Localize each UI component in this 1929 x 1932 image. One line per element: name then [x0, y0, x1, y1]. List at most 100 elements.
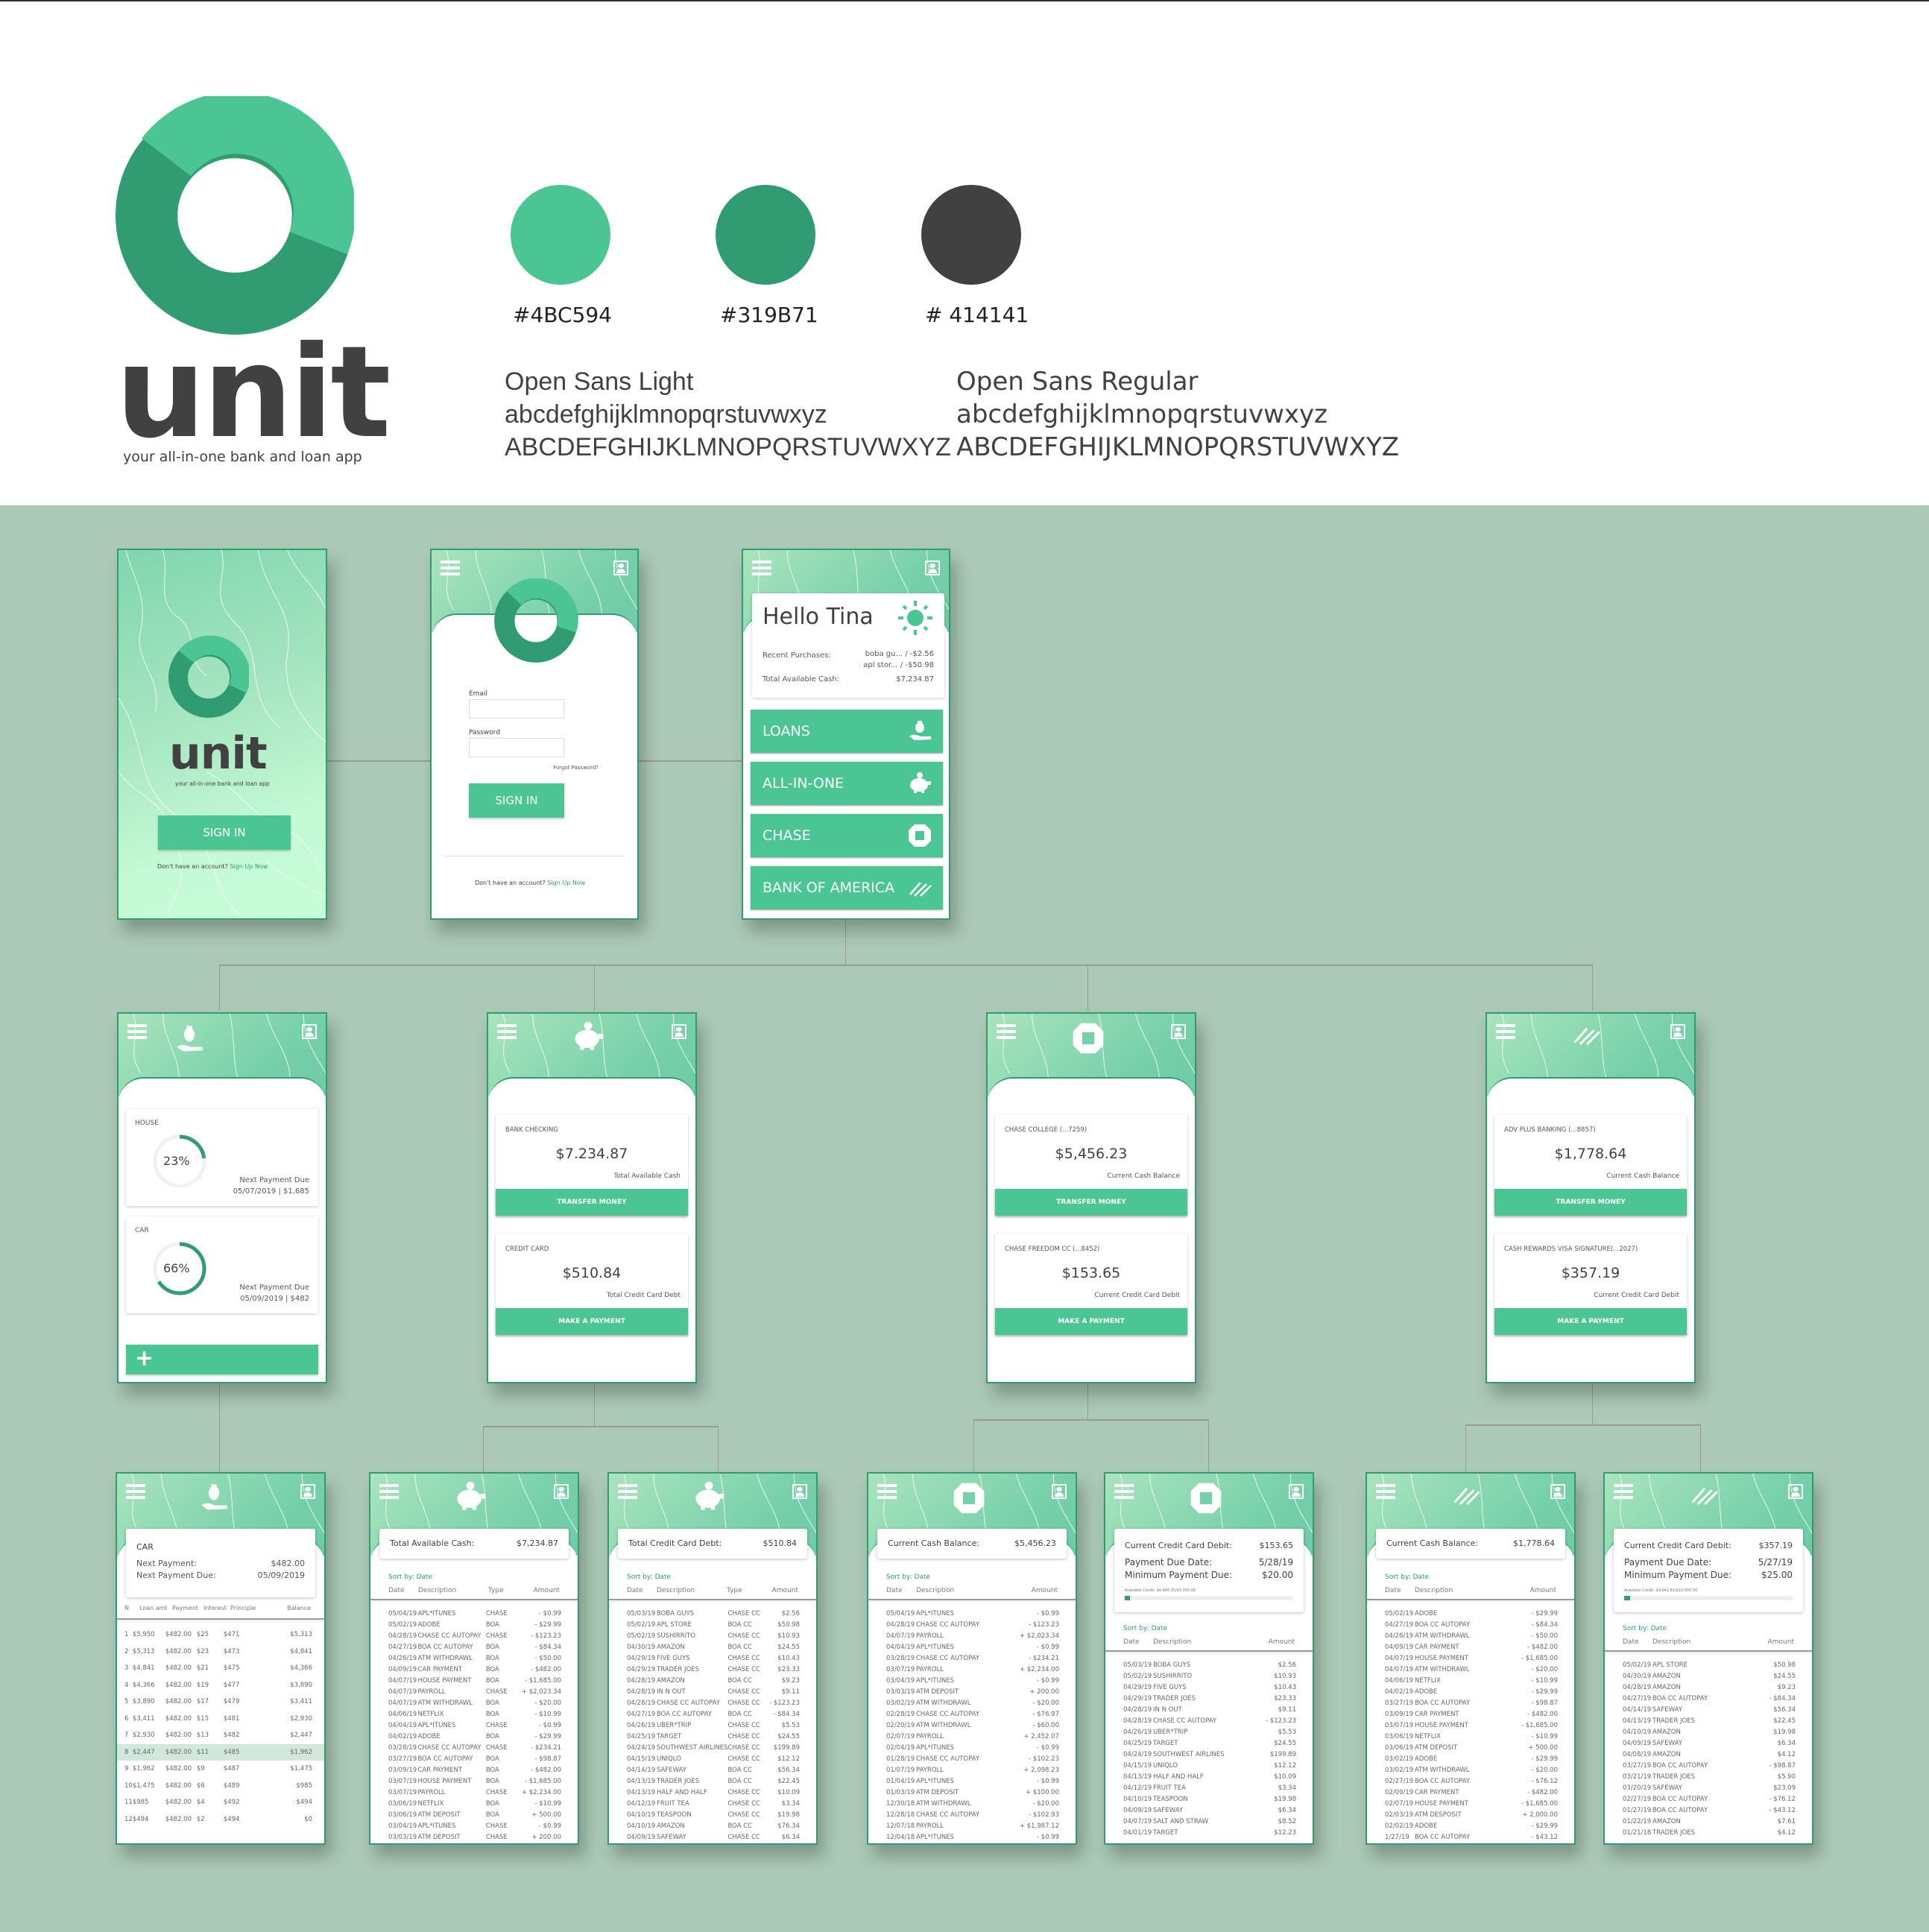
menu-icon[interactable]: [127, 1024, 147, 1039]
transaction-row[interactable]: 03/09/19 CAR PAYMENT BOA - $482.00: [388, 1764, 561, 1775]
column-header[interactable]: Date: [1623, 1638, 1639, 1646]
column-header[interactable]: Date: [886, 1587, 903, 1594]
transaction-row[interactable]: 04/29/19 FIVE GUYS CHASE CC $10.43: [627, 1652, 800, 1664]
menu-icon[interactable]: [1496, 1024, 1515, 1039]
profile-icon[interactable]: [613, 561, 628, 575]
transaction-row[interactable]: 04/24/19 SOUTHWEST AIRLINES $199.89: [1123, 1749, 1296, 1760]
table-row-current[interactable]: 8 $2,447 $482.00 $11 $485 $1,962: [117, 1743, 324, 1761]
transaction-row[interactable]: 04/13/19 TRADER JOES $22.45: [1623, 1715, 1796, 1726]
transaction-row[interactable]: 03/02/19 ADOBE - $29.99: [1385, 1753, 1558, 1764]
transaction-row[interactable]: 01/27/19 BOA CC AUTOPAY - $43.12: [1623, 1805, 1796, 1816]
column-header[interactable]: Date: [1385, 1587, 1401, 1594]
transaction-row[interactable]: 02/09/19 CAR PAYMENT - $482.00: [1385, 1787, 1558, 1798]
table-row[interactable]: 2 $5,313 $482.00 $23 $473 $4,841: [117, 1644, 324, 1661]
column-header[interactable]: Description: [657, 1587, 695, 1594]
transaction-row[interactable]: 04/14/19 SAFEWAY $56.34: [1623, 1704, 1796, 1715]
menu-icon[interactable]: [1376, 1484, 1395, 1499]
transaction-row[interactable]: 04/26/19 UBER*TRIP CHASE CC $5.53: [627, 1720, 800, 1731]
transaction-row[interactable]: 03/27/19 BOA CC AUTOPAY - $98.87: [1623, 1760, 1796, 1771]
column-header[interactable]: Date: [388, 1587, 405, 1594]
transaction-row[interactable]: 04/06/19 NETFLIX - $10.99: [1385, 1675, 1558, 1686]
table-row[interactable]: 12 $494 $482.00 $2 $494 $0: [117, 1811, 324, 1828]
transaction-row[interactable]: 04/26/19 ATM WITHDRAWL - $50.00: [1385, 1630, 1558, 1641]
transaction-row[interactable]: 04/07/19 ATM WITHDRAWL BOA - $20.00: [388, 1697, 561, 1708]
column-header[interactable]: Amount: [534, 1587, 560, 1594]
transaction-row[interactable]: 03/07/19 HOUSE PAYMENT BOA - $1,685.00: [388, 1775, 561, 1787]
sort-by-control[interactable]: Sort by: Date: [1623, 1625, 1667, 1632]
column-header[interactable]: Amount: [1269, 1638, 1295, 1646]
account-action-button[interactable]: MAKE A PAYMENT: [496, 1308, 688, 1335]
transaction-row[interactable]: 04/28/19 CHASE CC AUTOPAY CHASE CC - $123.2…: [627, 1697, 800, 1708]
table-row[interactable]: 11 $985 $482.00 $4 $492 $494: [117, 1794, 324, 1811]
transaction-row[interactable]: 04/28/19 IN N OUT $9.11: [1123, 1704, 1296, 1715]
transaction-row[interactable]: 04/12/19 FRUIT TEA $3.34: [1123, 1782, 1296, 1793]
transaction-row[interactable]: 04/04/19 APL*ITUNES CHASE - $0.99: [388, 1720, 561, 1731]
transaction-row[interactable]: 03/07/19 HOUSE PAYMENT - $1,685.00: [1385, 1720, 1558, 1731]
transaction-row[interactable]: 05/04/19 APL*ITUNES CHASE - $0.99: [388, 1608, 561, 1619]
menu-icon[interactable]: [997, 1024, 1016, 1039]
forgot-password-link[interactable]: Forgot Password?: [553, 765, 599, 771]
transaction-row[interactable]: 04/14/19 SAFEWAY BOA CC $56.34: [627, 1764, 800, 1775]
transaction-row[interactable]: 04/26/19 ATM WITHDRAWL BOA - $50.00: [388, 1652, 561, 1664]
account-action-button[interactable]: TRANSFER MONEY: [496, 1189, 688, 1216]
password-field[interactable]: [469, 738, 564, 757]
transaction-row[interactable]: 04/29/19 FIVE GUYS $10.43: [1123, 1682, 1296, 1693]
sign-up-link[interactable]: Sign Up Now: [547, 880, 585, 886]
transaction-row[interactable]: 02/28/19 CHASE CC AUTOPAY - $76.97: [886, 1708, 1059, 1720]
transaction-row[interactable]: 05/02/19 APL STORE $50.98: [1623, 1659, 1796, 1670]
transaction-row[interactable]: 05/03/19 BOBA GUYS CHASE CC $2.56: [627, 1608, 800, 1619]
sort-by-control[interactable]: Sort by: Date: [388, 1573, 432, 1581]
transaction-row[interactable]: 03/04/19 APL*ITUNES CHASE - $0.99: [388, 1820, 561, 1831]
transaction-row[interactable]: 05/02/19 APL STORE BOA CC $50.98: [627, 1619, 800, 1630]
transaction-row[interactable]: 04/06/19 NETFLIX BOA - $10.99: [388, 1708, 561, 1720]
transaction-row[interactable]: 02/07/19 HOUSE PAYMENT - $1,685.00: [1385, 1798, 1558, 1809]
transaction-row[interactable]: 04/09/19 CAR PAYMENT - $482.00: [1385, 1641, 1558, 1652]
account-action-button[interactable]: MAKE A PAYMENT: [1494, 1308, 1687, 1335]
transaction-row[interactable]: 03/07/19 PAYROLL CHASE + $2,234.00: [388, 1787, 561, 1798]
transaction-row[interactable]: 05/02/19 ADOBE - $29.99: [1385, 1608, 1558, 1619]
transaction-row[interactable]: 04/28/19 CHASE CC AUTOPAY - $123.23: [886, 1619, 1059, 1630]
transaction-row[interactable]: 04/30/19 AMAZON $24.55: [1623, 1670, 1796, 1682]
transaction-row[interactable]: 03/07/19 PAYROLL + $2,234.00: [886, 1664, 1059, 1675]
transaction-row[interactable]: 04/08/19 AMAZON $4.12: [1623, 1749, 1796, 1760]
transaction-row[interactable]: 03/02/19 ATM WITHDRAWL - $20.00: [886, 1697, 1059, 1708]
profile-icon[interactable]: [792, 1484, 807, 1499]
transaction-row[interactable]: 02/20/19 ATM WITHDRAWL - $60.00: [886, 1720, 1059, 1731]
transaction-row[interactable]: 1/27/19 BOA CC AUTOPAY - $43.12: [1385, 1831, 1558, 1843]
transaction-row[interactable]: 03/28/19 CHASE CC AUTOPAY - $234.21: [886, 1652, 1059, 1664]
column-header[interactable]: Type: [727, 1587, 742, 1594]
transaction-row[interactable]: 12/28/18 CHASE CC AUTOPAY - $102.93: [886, 1809, 1059, 1820]
transaction-row[interactable]: 04/13/19 HALF AND HALF $10.09: [1123, 1771, 1296, 1782]
transaction-row[interactable]: 04/09/19 SAFEWAY CHASE CC $6.34: [627, 1831, 800, 1843]
transaction-row[interactable]: 03/28/19 CHASE CC AUTOPAY CHASE - $234.21: [388, 1742, 561, 1753]
table-row[interactable]: 7 $2,930 $482.00 $13 $482 $2,447: [117, 1727, 324, 1744]
column-header[interactable]: Date: [627, 1587, 643, 1594]
transaction-row[interactable]: 05/02/19 ADOBE BOA - $29.99: [388, 1619, 561, 1630]
transaction-row[interactable]: 04/28/19 AMAZON $9.23: [1623, 1682, 1796, 1693]
transaction-row[interactable]: 04/04/19 APL*ITUNES - $0.99: [886, 1641, 1059, 1652]
transaction-row[interactable]: 04/25/19 TARGET CHASE CC $24.55: [627, 1731, 800, 1742]
transaction-row[interactable]: 03/06/19 NETFLIX BOA - $10.99: [388, 1798, 561, 1809]
menu-icon[interactable]: [1614, 1484, 1633, 1499]
profile-icon[interactable]: [554, 1484, 569, 1499]
profile-icon[interactable]: [1788, 1484, 1803, 1499]
menu-icon[interactable]: [497, 1024, 517, 1039]
transaction-row[interactable]: 04/10/19 AMAZON $19.98: [1623, 1726, 1796, 1737]
profile-icon[interactable]: [300, 1484, 315, 1499]
transaction-row[interactable]: 03/27/19 BOA CC AUTOPAY BOA - $98.87: [388, 1753, 561, 1764]
transaction-row[interactable]: 04/09/19 SAFEWAY $6.34: [1123, 1805, 1296, 1816]
table-row[interactable]: 9 $1,962 $482.00 $9 $487 $1,475: [117, 1761, 324, 1778]
column-header[interactable]: Amount: [772, 1587, 798, 1594]
account-action-button[interactable]: TRANSFER MONEY: [1494, 1189, 1687, 1216]
profile-icon[interactable]: [1670, 1024, 1685, 1039]
transaction-row[interactable]: 04/27/19 BOA CC AUTOPAY BOA - $84.34: [388, 1641, 561, 1652]
column-header[interactable]: Description: [1153, 1638, 1191, 1646]
column-header[interactable]: Amount: [1032, 1587, 1058, 1594]
sort-by-control[interactable]: Sort by: Date: [886, 1573, 930, 1581]
transaction-row[interactable]: 03/03/19 ATM DEPOSIT CHASE + 200.00: [388, 1831, 561, 1843]
transaction-row[interactable]: 04/07/19 ATM WITHDRAWL - $20.00: [1385, 1664, 1558, 1675]
table-row[interactable]: 1 $5,950 $482.00 $25 $471 $5,313: [117, 1626, 324, 1644]
transaction-row[interactable]: 03/03/19 ATM DEPOSIT + 200.00: [886, 1686, 1059, 1697]
sign-in-button[interactable]: SIGN IN: [469, 783, 564, 818]
table-row[interactable]: 10 $1,475 $482.00 $6 $489 $985: [117, 1778, 324, 1795]
